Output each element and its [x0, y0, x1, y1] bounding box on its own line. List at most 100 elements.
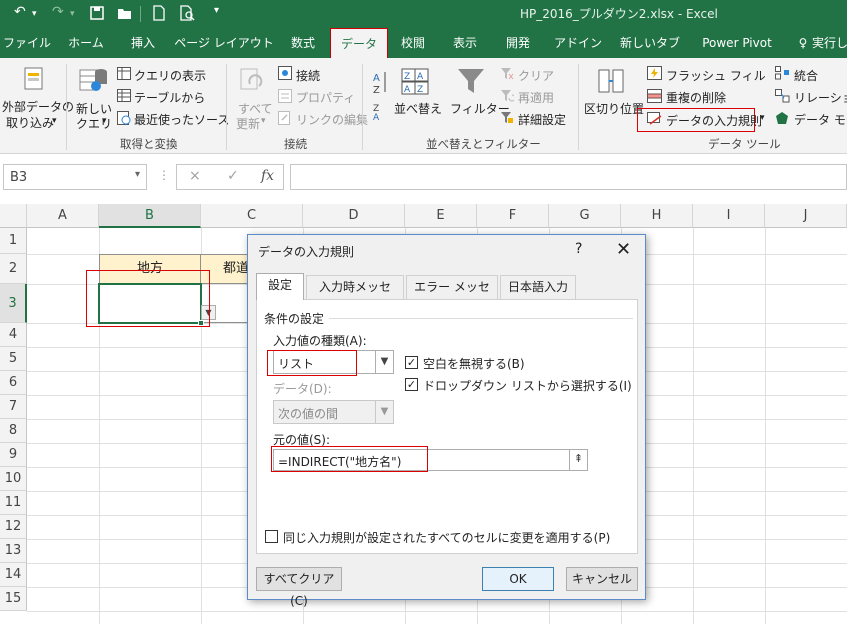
ok-button[interactable]: OK	[482, 567, 554, 591]
tab-review[interactable]: 校閲	[392, 28, 434, 58]
chevron-down-icon[interactable]: ▾	[760, 113, 765, 123]
row-header[interactable]: 2	[0, 254, 27, 284]
close-icon[interactable]: ✕	[616, 239, 631, 260]
print-preview-icon[interactable]	[180, 5, 196, 21]
chevron-down-icon[interactable]: ▼	[375, 401, 393, 423]
enter-icon[interactable]: ✓	[227, 168, 239, 184]
tab-error-alert[interactable]: エラー メッセージ	[406, 275, 498, 316]
from-table-button[interactable]: テーブルから	[134, 89, 205, 106]
consolidate-button[interactable]: 統合	[794, 67, 818, 84]
row-header[interactable]: 8	[0, 419, 27, 443]
name-box[interactable]: B3 ▾	[3, 164, 147, 190]
allow-label: 入力値の種類(A):	[273, 334, 367, 348]
open-icon[interactable]	[117, 6, 133, 20]
tell-me-search[interactable]: 実行し	[812, 28, 847, 58]
flash-fill-button[interactable]: フラッシュ フィル	[666, 67, 766, 84]
tab-input-message[interactable]: 入力時メッセージ	[306, 275, 404, 316]
column-header[interactable]: J	[765, 204, 847, 228]
undo-icon[interactable]: ↶	[14, 4, 26, 20]
column-header[interactable]: D	[303, 204, 405, 228]
select-all-corner[interactable]	[0, 204, 27, 228]
tab-power-pivot[interactable]: Power Pivot	[694, 28, 780, 58]
tab-settings[interactable]: 設定	[256, 273, 304, 300]
data-model-button[interactable]: データ モデ	[794, 111, 847, 128]
help-icon[interactable]: ?	[575, 241, 582, 257]
external-data-icon	[24, 67, 43, 90]
row-header[interactable]: 15	[0, 587, 27, 611]
tab-home[interactable]: ホーム	[58, 28, 114, 58]
cancel-button[interactable]: キャンセル	[566, 567, 638, 591]
column-header[interactable]: F	[477, 204, 549, 228]
show-queries-button[interactable]: クエリの表示	[134, 67, 206, 84]
chevron-down-icon: ▾	[102, 116, 107, 126]
tab-addins[interactable]: アドイン	[552, 28, 604, 58]
data-select[interactable]: 次の値の間 ▼	[273, 400, 394, 424]
tab-insert[interactable]: 挿入	[118, 28, 168, 58]
tab-page-layout[interactable]: ページ レイアウト	[172, 28, 276, 58]
external-data-button[interactable]: 外部データの	[2, 98, 74, 115]
ribbon-tabs: ファイル ホーム 挿入 ページ レイアウト 数式 データ 校閲 表示 開発 アド…	[0, 28, 847, 59]
column-header[interactable]: C	[201, 204, 303, 228]
formula-input[interactable]	[290, 164, 847, 190]
connections-button[interactable]: 接続	[296, 67, 320, 84]
column-header[interactable]: I	[693, 204, 765, 228]
insert-function-icon[interactable]: fx	[261, 168, 274, 184]
column-header[interactable]: H	[621, 204, 693, 228]
relationships-button[interactable]: リレーションシ	[794, 89, 847, 106]
tab-view[interactable]: 表示	[444, 28, 486, 58]
row-header[interactable]: 7	[0, 395, 27, 419]
data-validation-button[interactable]: データの入力規則	[666, 112, 762, 129]
row-header[interactable]: 12	[0, 515, 27, 539]
row-header[interactable]: 14	[0, 563, 27, 587]
column-header[interactable]: E	[405, 204, 477, 228]
row-header[interactable]: 5	[0, 347, 27, 371]
sort-za-icon[interactable]: ZA	[372, 102, 388, 122]
row-header[interactable]: 11	[0, 491, 27, 515]
new-icon[interactable]	[153, 5, 165, 21]
customize-quick-access-icon[interactable]: ▾	[214, 5, 219, 16]
cancel-icon[interactable]: ×	[189, 168, 201, 184]
undo-dropdown-icon[interactable]: ▾	[32, 9, 37, 19]
chevron-down-icon[interactable]: ▾	[135, 169, 140, 180]
data-value: 次の値の間	[278, 407, 339, 421]
row-header[interactable]: 10	[0, 467, 27, 491]
clear-all-button[interactable]: すべてクリア(C)	[256, 567, 342, 608]
edit-links-button[interactable]: リンクの編集	[296, 111, 368, 128]
properties-button[interactable]: プロパティ	[296, 89, 355, 106]
row-header[interactable]: 6	[0, 371, 27, 395]
remove-duplicates-button[interactable]: 重複の削除	[666, 89, 726, 106]
text-to-columns-button[interactable]: 区切り位置	[584, 100, 644, 117]
chevron-down-icon[interactable]: ▼	[375, 351, 393, 373]
ignore-blank-checkbox[interactable]: ✓	[405, 356, 418, 369]
highlight-box-source	[271, 446, 428, 472]
row-header[interactable]: 13	[0, 539, 27, 563]
advanced-filter-button[interactable]: 詳細設定	[518, 111, 566, 128]
row-header[interactable]: 1	[0, 228, 27, 254]
clear-filter-button[interactable]: クリア	[518, 67, 554, 84]
row-header[interactable]: 4	[0, 323, 27, 347]
group-label-get-transform: 取得と変換	[120, 137, 178, 151]
chevron-down-icon: ▾	[261, 116, 266, 126]
recent-sources-button[interactable]: 最近使ったソース	[134, 111, 229, 128]
tab-ime-mode[interactable]: 日本語入力	[500, 275, 576, 299]
row-header[interactable]: 3	[0, 284, 27, 323]
column-header[interactable]: A	[27, 204, 99, 228]
in-cell-dropdown-checkbox[interactable]: ✓	[405, 378, 418, 391]
tab-data[interactable]: データ	[330, 28, 388, 59]
tab-formulas[interactable]: 数式	[280, 28, 326, 58]
redo-icon[interactable]: ↷	[52, 4, 64, 20]
tab-file[interactable]: ファイル	[0, 28, 54, 58]
tab-new-tab[interactable]: 新しいタブ	[614, 28, 686, 58]
window-title: HP_2016_プルダウン2.xlsx - Excel	[520, 7, 718, 21]
apply-all-checkbox[interactable]	[265, 530, 278, 543]
save-icon[interactable]	[90, 6, 104, 20]
column-header[interactable]: B	[99, 204, 201, 228]
tab-developer[interactable]: 開発	[497, 28, 539, 58]
collapse-dialog-icon[interactable]: ⇞	[569, 450, 587, 470]
row-header[interactable]: 9	[0, 443, 27, 467]
column-header[interactable]: G	[549, 204, 621, 228]
sort-button[interactable]: 並べ替え	[394, 100, 442, 117]
reapply-button[interactable]: 再適用	[518, 89, 554, 106]
redo-dropdown-icon[interactable]: ▾	[70, 9, 75, 19]
formula-buttons: × ✓ fx	[176, 164, 284, 190]
